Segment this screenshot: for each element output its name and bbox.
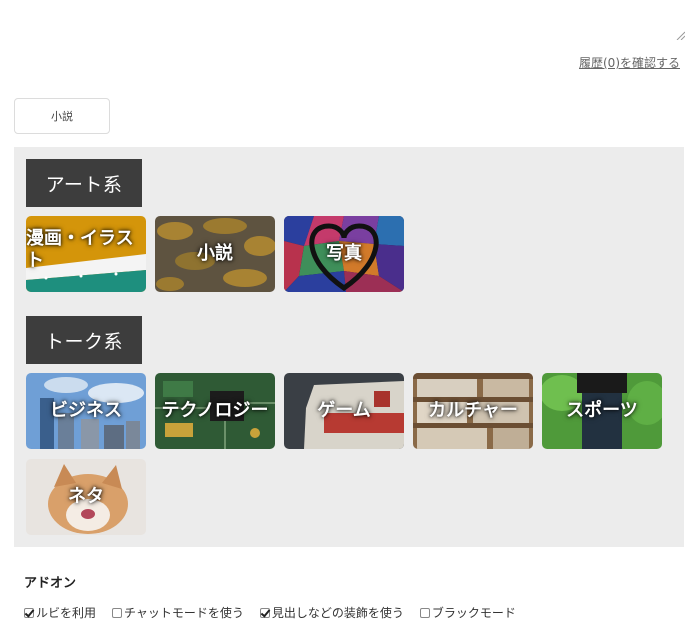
tile-novel[interactable]: 小説 <box>155 216 275 292</box>
tile-neta[interactable]: ネタ <box>26 459 146 535</box>
black-mode-checkbox[interactable] <box>419 607 430 618</box>
tile-label: 写真 <box>326 243 362 265</box>
group-label-talk: トーク系 <box>26 316 142 364</box>
tile-photo[interactable]: 写真 <box>284 216 404 292</box>
chat-mode-checkbox[interactable] <box>112 607 123 618</box>
addon-options: ルビを利用 チャットモードを使う 見出しなどの装飾を使う ブラックモード <box>24 604 532 621</box>
addon-black-mode[interactable]: ブラックモード <box>419 604 516 621</box>
addon-label: チャットモードを使う <box>124 606 244 620</box>
tile-label: カルチャー <box>428 400 518 422</box>
addon-label: ブラックモード <box>431 606 516 620</box>
tile-sports[interactable]: スポーツ <box>542 373 662 449</box>
tile-technology[interactable]: テクノロジー <box>155 373 275 449</box>
addon-title: アドオン <box>24 576 77 591</box>
ruby-checkbox[interactable] <box>24 607 34 618</box>
tile-game[interactable]: ゲーム <box>284 373 404 449</box>
selected-category-button[interactable]: 小説 <box>14 98 110 134</box>
tile-culture[interactable]: カルチャー <box>413 373 533 449</box>
textarea-resize-handle[interactable] <box>675 30 685 40</box>
addon-label: 見出しなどの装飾を使う <box>271 606 404 620</box>
tile-label: 小説 <box>197 243 233 265</box>
addon-ruby[interactable]: ルビを利用 <box>24 604 96 621</box>
tile-label: テクノロジー <box>161 400 269 422</box>
tile-label: ゲーム <box>317 400 371 422</box>
tile-manga-illust[interactable]: 漫画・イラスト <box>26 216 146 292</box>
tile-label: ネタ <box>68 486 104 508</box>
decoration-checkbox[interactable] <box>259 607 270 618</box>
tile-label: スポーツ <box>566 400 638 422</box>
addon-decoration[interactable]: 見出しなどの装飾を使う <box>259 604 404 621</box>
tile-label: 漫画・イラスト <box>26 228 134 271</box>
group-label-art: アート系 <box>26 159 142 207</box>
category-panel: アート系 漫画・イラスト 小説 写真 トーク系 ビジネス テクノロジー ゲーム … <box>14 147 684 547</box>
tile-business[interactable]: ビジネス <box>26 373 146 449</box>
tile-label: ビジネス <box>50 400 122 422</box>
addon-label: ルビを利用 <box>36 606 97 620</box>
history-link[interactable]: 履歴(0)を確認する <box>579 54 680 71</box>
addon-chat-mode[interactable]: チャットモードを使う <box>112 604 244 621</box>
